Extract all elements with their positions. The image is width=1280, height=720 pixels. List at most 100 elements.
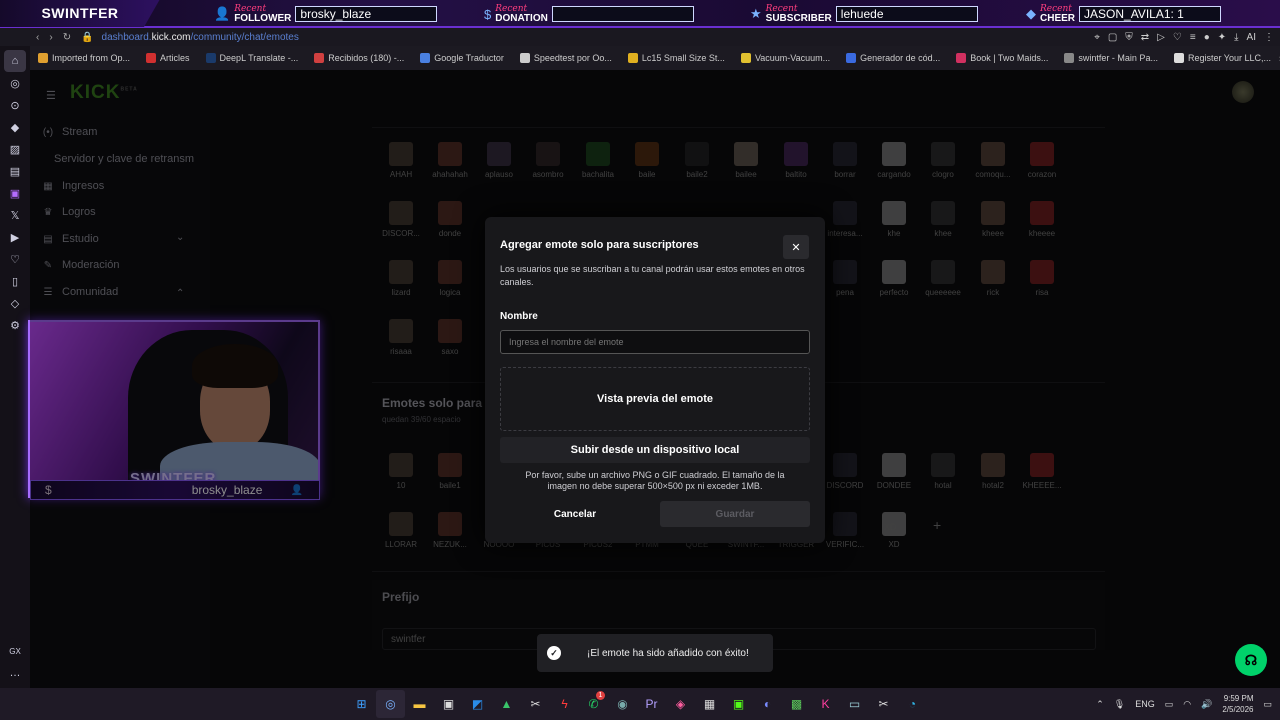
bookmark-label: Lc15 Small Size St... <box>641 53 725 63</box>
cheer-value: JASON_AVILA1: 1 <box>1079 6 1222 22</box>
discord-icon[interactable]: ◐ <box>753 690 782 718</box>
bookmark-item[interactable]: Generador de cód... <box>838 53 948 63</box>
k-app-icon[interactable]: K <box>811 690 840 718</box>
help-button[interactable]: ☊ <box>1235 644 1267 676</box>
tray-chevron-icon[interactable]: ⌃ <box>1096 699 1104 710</box>
close-icon: ✕ <box>791 241 801 254</box>
home-icon[interactable]: ⌂ <box>4 50 26 72</box>
close-button[interactable]: ✕ <box>783 235 809 259</box>
recent-cheer: ◆ Recent CHEER JASON_AVILA1: 1 <box>1026 2 1222 26</box>
cancel-label: Cancelar <box>553 508 597 520</box>
upload-button[interactable]: Subir desde un dispositivo local <box>500 437 810 463</box>
x-icon[interactable]: 𝕏 <box>0 204 30 226</box>
url-domain: dashboard. <box>101 31 152 43</box>
bookmark-item[interactable]: Lc15 Small Size St... <box>620 53 733 63</box>
name-label: Nombre <box>500 311 538 322</box>
whatsapp-icon[interactable]: ✆ 1 <box>579 690 608 718</box>
translate-icon[interactable]: ⇄ <box>1141 32 1149 43</box>
bookmark-item[interactable]: Google Traductor <box>412 53 512 63</box>
bookmark-item[interactable]: DeepL Translate -... <box>198 53 307 63</box>
shield-icon[interactable]: ⛨ <box>1125 32 1133 43</box>
gamepad-icon[interactable]: ◎ <box>0 72 30 94</box>
emote-name-input[interactable] <box>500 330 810 354</box>
capcut-icon[interactable]: ✂ <box>521 690 550 718</box>
reload-icon[interactable]: ↻ <box>63 32 71 43</box>
donation-value <box>551 6 694 22</box>
premiere-icon[interactable]: Pr <box>637 690 666 718</box>
speed-icon[interactable]: ⊙ <box>0 94 30 116</box>
profile-icon[interactable]: ● <box>1204 32 1210 43</box>
twitch-icon[interactable]: ▣ <box>0 182 30 204</box>
pin-icon[interactable]: ⌖ <box>1094 32 1100 43</box>
favorite-icon[interactable]: ♡ <box>1173 32 1182 43</box>
bookmark-favicon-icon <box>519 53 530 63</box>
recent-subscriber: ★ Recent SUBSCRIBER lehuede <box>750 2 978 26</box>
bookmark-item[interactable]: Register Your LLC,... <box>1166 53 1279 63</box>
bookmark-item[interactable]: Imported from Op... <box>30 53 138 63</box>
extensions-icon[interactable]: ✦ <box>1218 32 1226 43</box>
notification-icon[interactable]: ▭ <box>1263 699 1272 710</box>
obs-icon[interactable]: ◉ <box>608 690 637 718</box>
wifi-icon[interactable]: ◠ <box>1183 699 1191 710</box>
more-icon[interactable]: … <box>0 662 30 684</box>
cube-icon[interactable]: ◇ <box>0 292 30 314</box>
bookmark-favicon-icon <box>38 53 48 63</box>
cancel-button[interactable]: Cancelar <box>500 501 650 527</box>
bookmark-item[interactable]: Articles <box>138 53 198 63</box>
clock-date: 2/5/2026 <box>1222 705 1254 714</box>
bookmark-item[interactable]: Book | Two Maids... <box>948 53 1056 63</box>
outlook-icon[interactable]: ◩ <box>463 690 492 718</box>
url-field[interactable]: dashboard.kick.com/community/chat/emotes <box>102 32 299 43</box>
heart-icon[interactable]: ♡ <box>0 248 30 270</box>
recent-donation: $ Recent DONATION <box>484 2 694 26</box>
bookmark-item[interactable]: swintfer - Main Pa... <box>1056 53 1166 63</box>
ai-button[interactable]: AI <box>1247 32 1256 43</box>
language-indicator[interactable]: ENG <box>1135 699 1155 709</box>
gallery-icon[interactable]: ▨ <box>0 138 30 160</box>
back-icon[interactable]: ‹ <box>36 32 39 43</box>
excel-icon[interactable]: ▲ <box>492 690 521 718</box>
network-icon[interactable]: ▭ <box>1165 699 1174 710</box>
modal-title: Agregar emote solo para suscriptores <box>500 239 699 251</box>
forward-icon[interactable]: › <box>49 32 52 43</box>
success-toast: ✓ ¡El emote ha sido añadido con éxito! <box>537 634 773 672</box>
kebab-icon[interactable]: ⋮ <box>1264 32 1274 43</box>
whatsapp-badge: 1 <box>596 691 605 700</box>
bookmark-favicon-icon <box>740 53 751 63</box>
bookmark-label: Recibidos (180) -... <box>328 53 405 63</box>
stack-icon[interactable]: ▤ <box>0 160 30 182</box>
folder-icon[interactable]: ▬ <box>405 690 434 718</box>
clock[interactable]: 9:59 PM 2/5/2026 <box>1222 693 1253 715</box>
rocket-icon[interactable]: ◆ <box>0 116 30 138</box>
photos-icon[interactable]: ▦ <box>695 690 724 718</box>
bookmark-item[interactable]: Vacuum-Vacuum... <box>733 53 838 63</box>
clipboard-icon[interactable]: ▯ <box>0 270 30 292</box>
minecraft-icon[interactable]: ▩ <box>782 690 811 718</box>
volume-icon[interactable]: 🔊 <box>1201 699 1212 710</box>
flash-icon[interactable]: ϟ <box>550 690 579 718</box>
overlay-brand: SWINTFER <box>0 0 160 27</box>
store-icon[interactable]: ▣ <box>434 690 463 718</box>
player-icon[interactable]: ▶ <box>0 226 30 248</box>
start-icon[interactable]: ⊞ <box>347 690 376 718</box>
menu-icon[interactable]: ≡ <box>1190 32 1196 43</box>
url-path: /community/chat/emotes <box>190 31 299 43</box>
bookmark-item[interactable]: Speedtest por Oo... <box>512 53 620 63</box>
mic-icon[interactable]: 🎙 <box>1114 699 1125 710</box>
settings-icon[interactable]: ⚙ <box>0 314 30 336</box>
terminal-icon[interactable]: ▭ <box>840 690 869 718</box>
game-icon[interactable]: ▣ <box>724 690 753 718</box>
gx-icon[interactable]: GX <box>0 640 30 662</box>
opera-gx-icon[interactable]: ◎ <box>376 690 405 718</box>
save-button[interactable]: Guardar <box>660 501 810 527</box>
edge-icon[interactable]: ◔ <box>898 690 927 718</box>
bookmark-label: Imported from Op... <box>52 53 131 63</box>
instagram-icon[interactable]: ◈ <box>666 690 695 718</box>
bookmark-item[interactable]: Recibidos (180) -... <box>306 53 412 63</box>
bookmark-label: Generador de cód... <box>860 53 941 63</box>
bookmark-favicon-icon <box>420 53 431 63</box>
capcut2-icon[interactable]: ✂ <box>869 690 898 718</box>
snapshot-icon[interactable]: ▢ <box>1108 32 1117 43</box>
download-icon[interactable]: ⤓ <box>1234 32 1238 43</box>
play-icon[interactable]: ▷ <box>1157 32 1165 43</box>
